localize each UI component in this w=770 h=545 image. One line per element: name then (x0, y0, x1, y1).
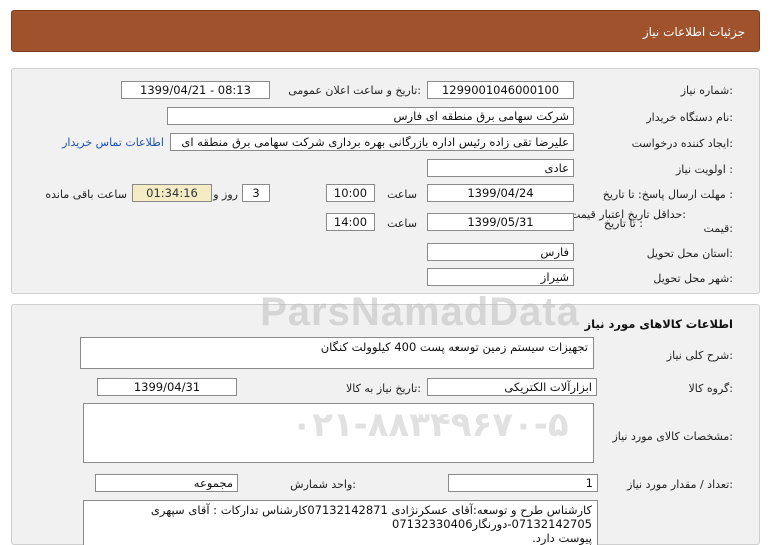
unit-field: مجموعه (95, 474, 238, 492)
price-validity-subtitle: قیمت: (703, 222, 733, 235)
quantity-label: تعداد / مقدار مورد نیاز: (627, 478, 733, 491)
need-date-field: 1399/04/31 (97, 378, 237, 396)
deadline-label: مهلت ارسال پاسخ: تا تاریخ : (602, 188, 733, 201)
priority-label: اولویت نیاز : (675, 163, 733, 176)
request-creator-field: علیرضا تقی زاده رئیس اداره بازرگانی بهره… (170, 133, 574, 151)
goods-section-title: اطلاعات کالاهای مورد نیاز (584, 317, 733, 331)
goods-specs-field (83, 403, 594, 463)
delivery-province-field: فارس (427, 243, 574, 261)
deadline-time-field: 10:00 (326, 184, 375, 202)
price-validity-until-label: تا تاریخ : (604, 217, 643, 230)
need-number-field: 1299001046000100 (427, 81, 574, 99)
need-description-label: شرح کلی نیاز: (666, 349, 733, 362)
buyer-org-field: شرکت سهامی برق منطقه ای فارس (167, 107, 574, 125)
days-remaining-field: 3 (242, 184, 270, 202)
price-validity-time-label: ساعت (387, 217, 417, 230)
price-validity-time-field: 14:00 (326, 213, 375, 231)
buyer-contact-link[interactable]: اطلاعات تماس خریدار (62, 136, 164, 149)
deadline-date-field: 1399/04/24 (427, 184, 574, 202)
time-remaining-label: ساعت باقی مانده (45, 188, 127, 201)
notes-line-2: 07132142705-دورنگار07132330406 (392, 517, 592, 531)
request-creator-label: ایجاد کننده درخواست: (631, 137, 733, 150)
quantity-field: 1 (448, 474, 598, 492)
announce-date-field: 1399/04/21 - 08:13 (121, 81, 270, 99)
need-description-field: تجهیزات سیستم زمین توسعه پست 400 کیلوولت… (80, 337, 594, 369)
need-number-label: شماره نیاز: (680, 84, 733, 97)
page-header: جزئیات اطلاعات نیاز (11, 10, 760, 52)
notes-line-1: کارشناس طرح و توسعه:آقای عسکرنژادی 07132… (150, 503, 592, 517)
priority-field: عادی (427, 159, 574, 177)
days-label: روز و (213, 188, 238, 201)
unit-label: واحد شمارش: (290, 478, 356, 491)
page-title: جزئیات اطلاعات نیاز (642, 25, 745, 39)
price-validity-date-field: 1399/05/31 (427, 213, 574, 231)
delivery-province-label: استان محل تحویل: (646, 247, 733, 260)
need-info-panel (11, 68, 760, 294)
announce-date-label: تاریخ و ساعت اعلان عمومی: (288, 84, 421, 97)
need-date-label: تاریخ نیاز به کالا: (346, 382, 421, 395)
delivery-city-label: شهر محل تحویل: (653, 272, 733, 285)
buyer-org-label: نام دستگاه خریدار: (646, 111, 733, 124)
delivery-city-field: شیراز (427, 268, 574, 286)
goods-specs-label: مشخصات کالای مورد نیاز: (612, 430, 733, 443)
goods-group-label: گروه کالا: (688, 382, 733, 395)
notes-field: کارشناس طرح و توسعه:آقای عسکرنژادی 07132… (83, 500, 598, 545)
time-remaining-field: 01:34:16 (132, 184, 212, 202)
deadline-time-label: ساعت (387, 188, 417, 201)
goods-group-field: ابزارآلات الکتریکی (427, 378, 597, 396)
notes-line-3: پیوست دارد. (532, 531, 592, 545)
